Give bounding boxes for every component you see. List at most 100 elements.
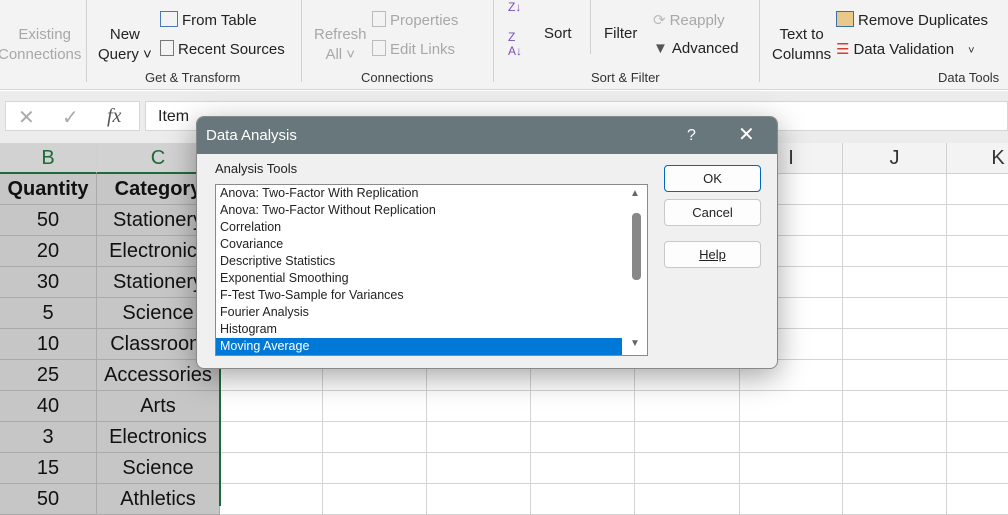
enter-icon[interactable]: ✓ xyxy=(62,105,79,130)
list-item[interactable]: Anova: Two-Factor With Replication xyxy=(216,185,622,202)
edit-links-button[interactable]: Edit Links xyxy=(372,40,455,58)
cell[interactable] xyxy=(947,391,1008,422)
cell[interactable] xyxy=(843,267,947,298)
ok-button[interactable]: OK xyxy=(664,165,761,192)
cell[interactable] xyxy=(947,236,1008,267)
cell[interactable]: 50 xyxy=(0,205,97,236)
list-item[interactable]: Correlation xyxy=(216,219,622,236)
cell[interactable]: 10 xyxy=(0,329,97,360)
existing-connections-button[interactable]: Existing Connections xyxy=(0,25,81,65)
new-query-button[interactable]: New Query ˅ xyxy=(98,25,152,65)
properties-button[interactable]: Properties xyxy=(372,11,458,29)
list-item[interactable]: Moving Average xyxy=(216,338,622,355)
cell[interactable] xyxy=(323,484,427,515)
list-item[interactable]: Histogram xyxy=(216,321,622,338)
cell[interactable] xyxy=(427,453,531,484)
recent-sources-button[interactable]: Recent Sources xyxy=(160,40,285,58)
cell[interactable] xyxy=(531,453,635,484)
help-button[interactable]: Help xyxy=(664,241,761,268)
cell[interactable] xyxy=(740,422,843,453)
cell[interactable] xyxy=(843,329,947,360)
cell[interactable] xyxy=(843,236,947,267)
cell[interactable] xyxy=(947,298,1008,329)
cell[interactable] xyxy=(323,391,427,422)
refresh-all-button[interactable]: Refresh All ˅ xyxy=(314,25,367,65)
scroll-up-icon[interactable]: ▲ xyxy=(630,188,640,199)
cell[interactable] xyxy=(843,453,947,484)
cell[interactable]: 30 xyxy=(0,267,97,298)
list-item[interactable]: F-Test Two-Sample for Variances xyxy=(216,287,622,304)
cell[interactable] xyxy=(740,391,843,422)
cell[interactable] xyxy=(323,422,427,453)
cell[interactable] xyxy=(220,453,323,484)
cell[interactable]: Athletics xyxy=(97,484,220,515)
cell[interactable]: 20 xyxy=(0,236,97,267)
cell[interactable] xyxy=(427,422,531,453)
cell[interactable] xyxy=(843,205,947,236)
list-item[interactable]: Descriptive Statistics xyxy=(216,253,622,270)
cell[interactable]: Quantity xyxy=(0,174,97,205)
list-item[interactable]: Anova: Two-Factor Without Replication xyxy=(216,202,622,219)
cell[interactable]: 5 xyxy=(0,298,97,329)
insert-function-icon[interactable]: fx xyxy=(107,105,121,128)
data-validation-button[interactable]: ☰ Data Validation ˅ xyxy=(836,40,975,58)
cell[interactable] xyxy=(947,329,1008,360)
reapply-button[interactable]: ⟳ Reapply xyxy=(653,11,725,29)
list-item[interactable]: Fourier Analysis xyxy=(216,304,622,321)
text-to-columns-button[interactable]: Text to Columns xyxy=(772,25,831,65)
cell[interactable] xyxy=(740,453,843,484)
cell[interactable] xyxy=(220,422,323,453)
cell[interactable] xyxy=(220,484,323,515)
remove-duplicates-button[interactable]: Remove Duplicates xyxy=(836,11,988,29)
cell[interactable] xyxy=(635,453,740,484)
cell[interactable] xyxy=(947,267,1008,298)
cell[interactable]: Science xyxy=(97,453,220,484)
cancel-icon[interactable]: ✕ xyxy=(18,105,35,130)
from-table-button[interactable]: From Table xyxy=(160,11,257,29)
close-icon[interactable]: ✕ xyxy=(738,117,755,154)
sort-za-icon[interactable]: Z↓ xyxy=(508,0,521,14)
help-icon[interactable]: ? xyxy=(687,117,696,154)
cell[interactable] xyxy=(427,391,531,422)
cell[interactable] xyxy=(635,391,740,422)
cell[interactable] xyxy=(843,298,947,329)
cell[interactable] xyxy=(635,484,740,515)
cell[interactable]: 15 xyxy=(0,453,97,484)
cell[interactable] xyxy=(947,422,1008,453)
sort-button[interactable]: Sort xyxy=(544,25,572,42)
cell[interactable] xyxy=(947,360,1008,391)
cell[interactable] xyxy=(947,174,1008,205)
cell[interactable] xyxy=(843,174,947,205)
cell[interactable]: 50 xyxy=(0,484,97,515)
cancel-button[interactable]: Cancel xyxy=(664,199,761,226)
cell[interactable]: 25 xyxy=(0,360,97,391)
list-item[interactable]: Covariance xyxy=(216,236,622,253)
cell[interactable] xyxy=(947,484,1008,515)
sort-az-icon[interactable]: Z A↓ xyxy=(508,30,522,58)
cell[interactable]: 40 xyxy=(0,391,97,422)
cell[interactable] xyxy=(323,453,427,484)
scrollbar-thumb[interactable] xyxy=(632,213,641,280)
cell[interactable] xyxy=(635,422,740,453)
cell[interactable] xyxy=(531,422,635,453)
cell[interactable] xyxy=(947,453,1008,484)
cell[interactable]: 3 xyxy=(0,422,97,453)
column-header-J[interactable]: J xyxy=(843,143,947,174)
cell[interactable] xyxy=(531,391,635,422)
column-header-B[interactable]: B xyxy=(0,143,97,174)
scroll-down-icon[interactable]: ▼ xyxy=(630,338,640,349)
cell[interactable] xyxy=(843,422,947,453)
cell[interactable] xyxy=(843,484,947,515)
cell[interactable] xyxy=(843,391,947,422)
scrollbar[interactable]: ▲ ▼ xyxy=(625,185,647,355)
cell[interactable] xyxy=(947,205,1008,236)
cell[interactable]: Arts xyxy=(97,391,220,422)
cell[interactable] xyxy=(220,391,323,422)
list-item[interactable]: Exponential Smoothing xyxy=(216,270,622,287)
cell[interactable]: Electronics xyxy=(97,422,220,453)
cell[interactable] xyxy=(531,484,635,515)
column-header-K[interactable]: K xyxy=(947,143,1008,174)
advanced-button[interactable]: ▼ Advanced xyxy=(653,40,739,57)
cell[interactable] xyxy=(740,484,843,515)
cell[interactable] xyxy=(427,484,531,515)
